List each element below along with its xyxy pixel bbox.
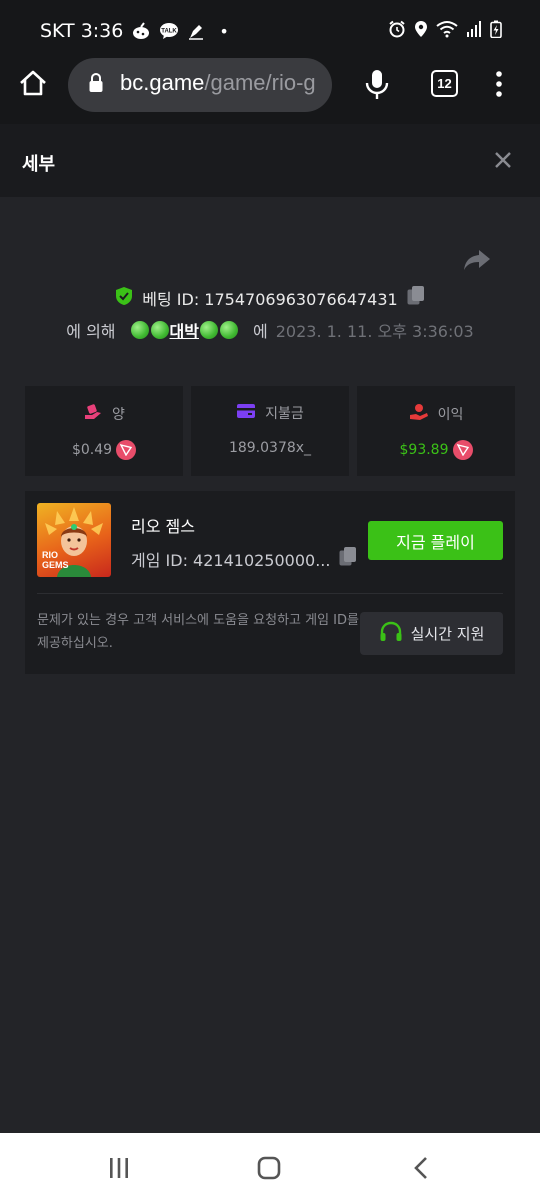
game-thumbnail[interactable]: RIO GEMS — [37, 503, 111, 577]
tron-coin-icon — [452, 440, 473, 460]
stat-payout: 지불금 189.0378x_ — [191, 386, 349, 476]
status-dot: • — [219, 21, 229, 41]
alarm-icon — [388, 20, 406, 42]
share-icon[interactable] — [463, 248, 491, 276]
at-label: 에 — [252, 322, 268, 341]
location-icon — [414, 20, 428, 42]
talk-icon: TALK — [159, 22, 179, 40]
pen-icon — [187, 22, 205, 40]
signal-icon — [466, 20, 482, 42]
home-icon[interactable] — [18, 69, 52, 103]
browser-toolbar: bc.game/game/rio-g 12 — [0, 58, 540, 124]
player-name-link[interactable]: 대박 — [130, 318, 239, 342]
green-ball-icon — [219, 321, 238, 339]
stat-profit: 이익 $93.89 — [357, 386, 515, 476]
microphone-icon[interactable] — [364, 68, 390, 106]
headset-icon — [379, 621, 403, 647]
bet-id-row: 베팅 ID: 1754706963076647431 — [0, 284, 540, 312]
help-text: 문제가 있는 경우 고객 서비스에 도움을 요청하고 게임 ID를 제공하십시오… — [37, 613, 359, 651]
stat-amount-value: $0.49 — [71, 442, 113, 458]
more-options-icon[interactable] — [491, 70, 507, 100]
copy-game-id-icon[interactable] — [338, 546, 358, 572]
bet-stats: 양 $0.49 지불금 189.0378x_ 이익 $93.89 — [25, 386, 515, 476]
thumb-title-1: RIO — [42, 550, 58, 560]
home-nav-icon[interactable] — [257, 1156, 281, 1184]
bet-id: 베팅 ID: 1754706963076647431 — [142, 290, 398, 309]
game-id-row: 게임 ID: 421410250000... — [131, 546, 358, 572]
profit-icon — [409, 403, 429, 425]
divider — [37, 593, 503, 594]
address-bar[interactable]: bc.game/game/rio-g — [68, 58, 332, 112]
bet-date: 2023. 1. 11. 오후 3:36:03 — [275, 322, 474, 341]
player-name: 대박 — [169, 322, 199, 341]
game-card: RIO GEMS 리오 젬스 게임 ID: 421410250000... 지금… — [25, 491, 515, 674]
carrier-time: SKT 3:36 — [40, 20, 124, 42]
tron-coin-icon — [116, 440, 137, 460]
game-id: 게임 ID: 421410250000... — [131, 551, 331, 570]
battery-icon — [490, 20, 502, 42]
green-ball-icon — [199, 321, 218, 339]
tab-switcher-button[interactable]: 12 — [431, 70, 458, 97]
stat-amount: 양 $0.49 — [25, 386, 183, 476]
stat-profit-value: $93.89 — [399, 442, 449, 458]
url-host: bc.game — [120, 70, 205, 95]
game-name[interactable]: 리오 젬스 — [131, 513, 195, 537]
play-now-button[interactable]: 지금 플레이 — [368, 521, 503, 560]
status-bar: SKT 3:36 TALK • — [0, 0, 540, 58]
recent-apps-icon[interactable] — [108, 1157, 130, 1183]
green-ball-icon — [130, 321, 149, 339]
live-support-button[interactable]: 실시간 지원 — [360, 612, 503, 655]
cookie-icon — [131, 22, 151, 40]
stat-payout-value: 189.0378x_ — [228, 440, 312, 456]
copy-bet-id-icon[interactable] — [406, 285, 426, 311]
svg-text:TALK: TALK — [162, 29, 178, 35]
back-icon[interactable] — [412, 1156, 430, 1184]
live-support-label: 실시간 지원 — [410, 625, 485, 643]
system-navigation-bar — [0, 1133, 540, 1200]
wallet-icon — [236, 403, 256, 423]
stat-amount-label: 양 — [112, 407, 125, 423]
stat-payout-label: 지불금 — [265, 406, 304, 422]
bet-by-row: 에 의해 대박 에 2023. 1. 11. 오후 3:36:03 — [0, 316, 540, 344]
close-icon[interactable] — [493, 150, 513, 174]
details-header: 세부 — [0, 124, 540, 197]
url-text: bc.game/game/rio-g — [120, 70, 316, 96]
thumb-title-2: GEMS — [42, 560, 69, 570]
url-path: /game/rio-g — [204, 70, 316, 95]
stat-profit-label: 이익 — [437, 407, 464, 423]
wifi-icon — [436, 20, 458, 42]
verified-shield-icon — [114, 286, 134, 310]
page-title: 세부 — [22, 154, 56, 175]
bet-amount-icon — [83, 403, 103, 425]
lock-icon — [88, 72, 104, 97]
by-label: 에 의해 — [66, 322, 116, 341]
green-ball-icon — [150, 321, 169, 339]
